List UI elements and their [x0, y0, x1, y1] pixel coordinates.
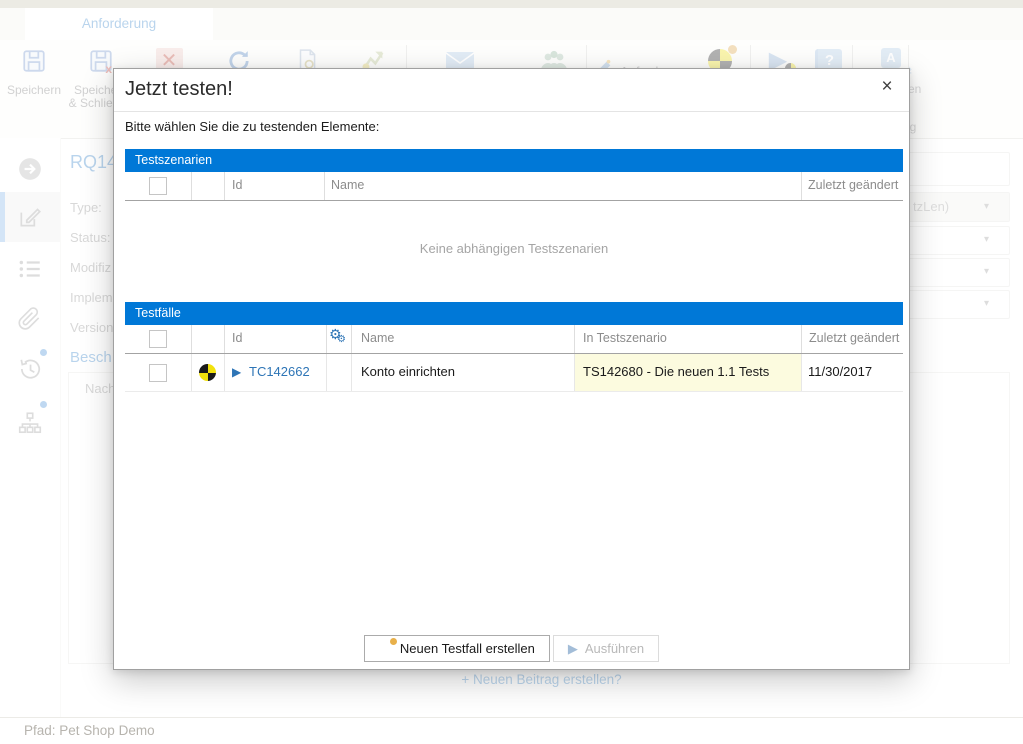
run-button[interactable]: ▶ Ausführen	[553, 635, 659, 662]
new-testcase-icon	[379, 642, 393, 656]
column-separator	[326, 354, 327, 391]
application-window: Anforderung Speichern x Speichern & Schl…	[0, 0, 1023, 743]
chevron-down-icon: ▾	[984, 266, 989, 277]
column-separator	[801, 325, 802, 353]
testcase-scenario: TS142680 - Die neuen 1.1 Tests	[583, 364, 769, 379]
select-all-checkbox[interactable]	[149, 177, 167, 195]
testszenarien-panel: Testszenarien Id Name Zuletzt geändert K…	[125, 149, 903, 303]
table-row[interactable]: ▶ TC142662 Konto einrichten TS142680 - D…	[125, 354, 903, 392]
expand-play-icon[interactable]: ▶	[232, 365, 241, 379]
column-separator	[574, 354, 575, 391]
org-chart-icon	[17, 423, 43, 440]
column-separator	[324, 172, 325, 200]
testcase-modified-date: 11/30/2017	[808, 364, 872, 379]
column-separator	[801, 354, 802, 391]
sidebar-item-history[interactable]	[17, 356, 43, 387]
testfaelle-column-header-row: Id ⚙⚙ Name In Testszenario Zuletzt geänd…	[125, 325, 903, 354]
paperclip-icon	[17, 319, 43, 336]
testszenarien-header: Testszenarien	[125, 149, 903, 172]
new-entry-link[interactable]: + Neuen Beitrag erstellen?	[60, 672, 1023, 687]
tab-strip: Anforderung	[0, 8, 1023, 40]
testfaelle-panel: Testfälle Id ⚙⚙ Name In Testszenario Zul…	[125, 302, 903, 392]
toolbar-save-button[interactable]: Speichern	[6, 46, 62, 97]
sidebar-item-list[interactable]	[17, 256, 43, 287]
testcase-dummy-icon	[199, 364, 216, 381]
jetzt-testen-dialog: Jetzt testen! × Bitte wählen Sie die zu …	[113, 68, 910, 670]
column-header-scenario[interactable]: In Testszenario	[583, 331, 667, 345]
field-label-modified: Modifiz	[70, 260, 111, 275]
column-header-name[interactable]: Name	[331, 178, 364, 192]
sidebar-selection-bar	[0, 192, 5, 242]
dropdown-fragment: tzLen)	[913, 199, 949, 214]
select-all-checkbox[interactable]	[149, 330, 167, 348]
status-bar: Pfad: Pet Shop Demo	[0, 717, 1023, 743]
sidebar-item-attachments[interactable]	[17, 306, 43, 337]
column-header-name[interactable]: Name	[361, 331, 394, 345]
column-separator	[801, 172, 802, 200]
arrow-circle-icon	[17, 169, 43, 186]
empty-state-text: Keine abhängigen Testszenarien	[125, 241, 903, 256]
column-header-id[interactable]: Id	[232, 178, 242, 192]
chevron-down-icon: ▾	[984, 298, 989, 309]
field-label-version: Version:	[70, 320, 117, 335]
row-checkbox[interactable]	[149, 364, 167, 382]
testfaelle-header: Testfälle	[125, 302, 903, 325]
column-separator	[191, 354, 192, 391]
sidebar-item-hierarchy[interactable]	[17, 410, 43, 441]
chevron-down-icon: ▾	[984, 234, 989, 245]
column-separator	[574, 325, 575, 353]
field-label-type: Type:	[70, 200, 102, 215]
toolbar-partial-label: en	[908, 82, 921, 96]
edit-icon	[17, 217, 43, 234]
column-separator	[224, 172, 225, 200]
testszenarien-column-header-row: Id Name Zuletzt geändert	[125, 172, 903, 201]
run-label: Ausführen	[585, 641, 644, 656]
history-icon	[17, 369, 43, 386]
notification-dot	[40, 401, 47, 408]
column-separator	[191, 325, 192, 353]
gears-icon[interactable]: ⚙⚙	[329, 328, 351, 350]
title-divider	[114, 111, 909, 112]
column-separator	[351, 325, 352, 353]
field-label-implemented: Implem	[70, 290, 113, 305]
testcase-id-link[interactable]: TC142662	[249, 364, 310, 379]
testcase-name: Konto einrichten	[361, 364, 455, 379]
dialog-button-row: Neuen Testfall erstellen ▶ Ausführen	[114, 635, 909, 662]
column-separator	[326, 325, 327, 353]
column-separator	[351, 354, 352, 391]
dialog-title: Jetzt testen!	[125, 78, 233, 101]
sidebar	[0, 138, 61, 717]
save-icon	[6, 46, 62, 76]
create-testcase-label: Neuen Testfall erstellen	[400, 641, 535, 656]
chevron-down-icon: ▾	[984, 201, 989, 212]
column-separator	[191, 172, 192, 200]
toolbar-save-label: Speichern	[6, 84, 62, 97]
column-header-modified[interactable]: Zuletzt geändert	[808, 178, 898, 192]
notification-dot	[40, 349, 47, 356]
column-separator	[224, 354, 225, 391]
run-play-icon: ▶	[568, 641, 578, 657]
column-header-modified[interactable]: Zuletzt geändert	[809, 331, 899, 345]
column-header-id[interactable]: Id	[232, 331, 242, 345]
section-description: Besch	[70, 349, 112, 366]
status-path: Pfad: Pet Shop Demo	[24, 723, 155, 738]
testszenarien-empty-area: Keine abhängigen Testszenarien	[125, 201, 903, 303]
sidebar-item-edit[interactable]	[17, 204, 43, 235]
column-separator	[224, 325, 225, 353]
field-label-status: Status:	[70, 230, 110, 245]
create-testcase-button[interactable]: Neuen Testfall erstellen	[364, 635, 550, 662]
close-icon[interactable]: ×	[875, 75, 899, 99]
tab-anforderung[interactable]: Anforderung	[25, 8, 213, 40]
dialog-subtitle: Bitte wählen Sie die zu testenden Elemen…	[125, 119, 379, 134]
list-icon	[17, 269, 43, 286]
sidebar-item-open[interactable]	[17, 156, 43, 187]
requirement-id: RQ14	[70, 152, 117, 173]
textarea-fragment: Nach	[85, 381, 115, 396]
svg-text:x: x	[105, 62, 112, 74]
